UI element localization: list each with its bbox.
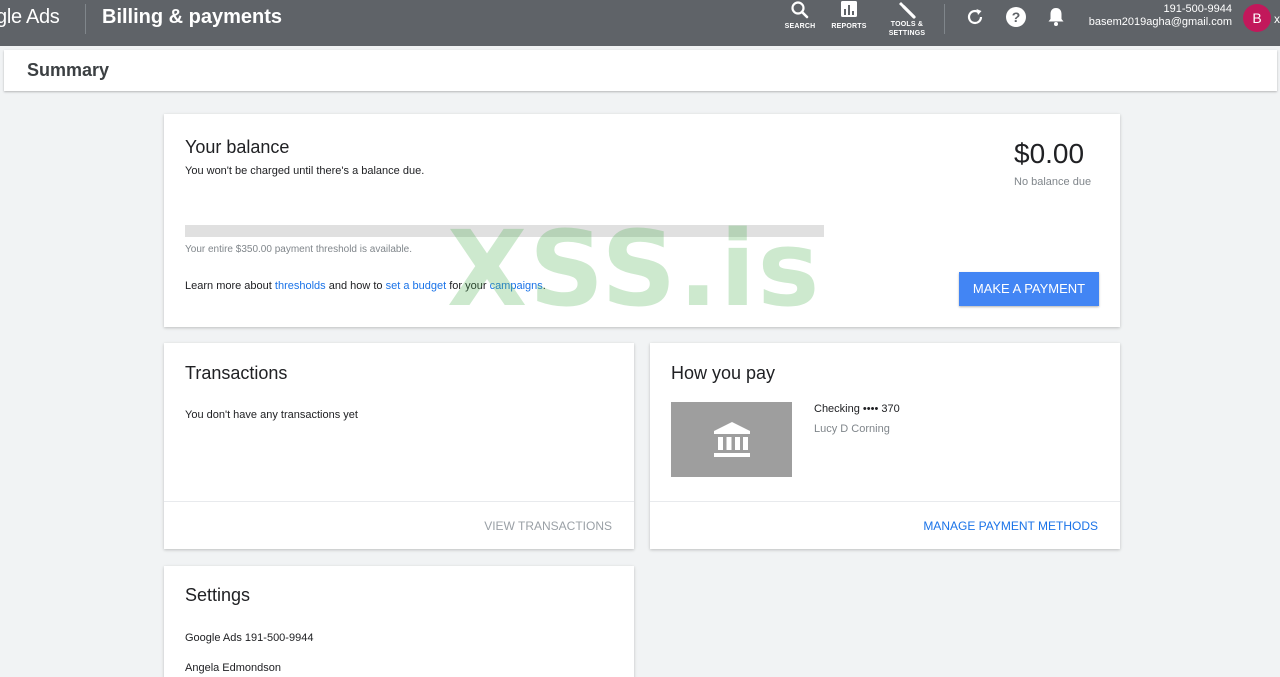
balance-status: No balance due [1014,176,1092,188]
reports-tool-button[interactable]: REPORTS [830,0,868,31]
wrench-icon [899,2,916,19]
search-icon [791,1,809,19]
reports-tool-label: REPORTS [831,23,867,30]
make-payment-button[interactable]: MAKE A PAYMENT [959,272,1099,306]
threshold-text: Your entire $350.00 payment threshold is… [185,244,413,255]
tools-settings-button[interactable]: TOOLS & SETTINGS [883,0,931,38]
bell-icon [1048,8,1064,26]
learn-more-prefix: Learn more about [185,280,275,292]
refresh-icon [967,9,983,25]
topbar-divider [944,4,945,34]
topbar-divider [85,4,86,34]
top-app-bar: gle Ads Billing & payments SEARCH REPORT… [0,0,1280,46]
thresholds-link[interactable]: thresholds [275,280,326,292]
manage-payment-methods-button[interactable]: MANAGE PAYMENT METHODS [923,519,1098,533]
payment-method-holder: Lucy D Corning [814,423,890,435]
refresh-button[interactable] [964,6,986,33]
tools-settings-label-line2: SETTINGS [888,30,926,37]
payment-method-name: Checking •••• 370 [814,403,900,415]
search-tool-label: SEARCH [784,23,816,30]
avatar[interactable]: B [1243,4,1271,32]
balance-amount: $0.00 [1014,138,1085,169]
search-tool-button[interactable]: SEARCH [782,0,818,31]
set-budget-link[interactable]: set a budget [386,280,447,292]
learn-more-suffix: . [542,280,546,292]
notifications-button[interactable] [1046,6,1066,33]
learn-more-middle2: for your [446,280,490,292]
summary-title: Summary [27,60,110,80]
summary-header: Summary [4,50,1277,91]
card-divider [650,501,1120,502]
account-email: basem2019agha@gmail.com [1088,16,1232,28]
balance-card: Your balance You won't be charged until … [164,114,1120,327]
card-divider [164,501,634,502]
account-menu-icon[interactable]: x [1274,12,1280,26]
payment-title: How you pay [671,363,776,383]
transactions-empty-text: You don't have any transactions yet [185,409,358,421]
bank-icon [714,422,750,457]
settings-account: Google Ads 191-500-9944 [185,632,314,644]
payment-method-card: How you pay Checking •••• 370 Lucy D Cor… [650,343,1120,549]
bank-account-tile [671,402,792,477]
transactions-card: Transactions You don't have any transact… [164,343,634,549]
transactions-title: Transactions [185,363,288,383]
google-ads-logo[interactable]: gle Ads [0,6,60,29]
campaigns-link[interactable]: campaigns [490,280,543,292]
balance-subtitle: You won't be charged until there's a bal… [185,165,425,177]
account-id: 191-500-9944 [1163,3,1232,15]
threshold-progress-bar [185,225,824,237]
balance-title: Your balance [185,137,290,157]
reports-icon [841,1,857,17]
settings-title: Settings [185,585,251,605]
help-button[interactable]: ? [1005,6,1027,33]
settings-card: Settings Google Ads 191-500-9944 Angela … [164,566,634,677]
learn-more-middle: and how to [325,280,386,292]
settings-name: Angela Edmondson [185,662,282,674]
tools-settings-label-line1: TOOLS & [890,21,924,28]
page-title: Billing & payments [102,6,283,28]
svg-text:?: ? [1012,9,1021,25]
view-transactions-button[interactable]: VIEW TRANSACTIONS [484,519,612,533]
learn-more-text: Learn more about thresholds and how to s… [185,280,546,292]
help-icon: ? [1006,7,1026,27]
